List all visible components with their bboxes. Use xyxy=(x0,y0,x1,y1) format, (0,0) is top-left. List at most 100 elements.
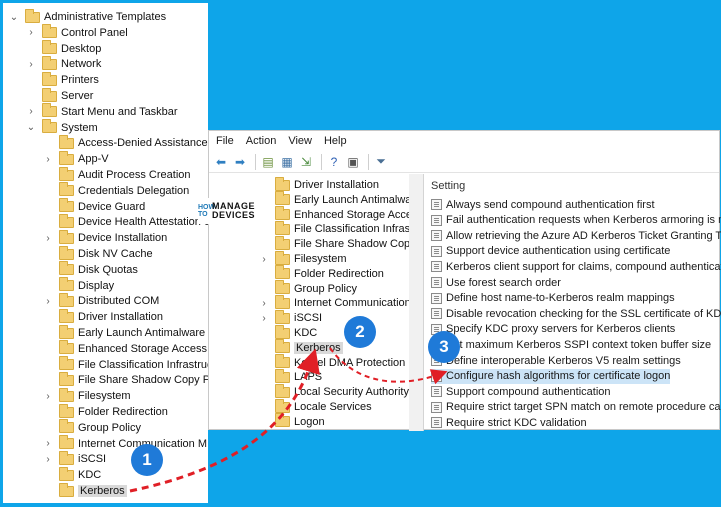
setting-row[interactable]: Allow retrieving the Azure AD Kerberos T… xyxy=(431,228,721,243)
left-tree-item[interactable]: Kerberos xyxy=(43,482,127,499)
folder-icon xyxy=(59,277,74,292)
console-tree-item-label: Group Policy xyxy=(294,282,357,295)
console-tree-item[interactable]: › Filesystem xyxy=(259,250,347,267)
setting-row[interactable]: Specify KDC proxy servers for Kerberos c… xyxy=(431,322,675,337)
left-tree-item[interactable]: Group Policy xyxy=(43,419,141,436)
console-tree-item[interactable]: File Classification Infrastru xyxy=(259,220,423,237)
setting-row[interactable]: Require strict target SPN match on remot… xyxy=(431,400,721,415)
left-tree-item[interactable]: Server xyxy=(26,87,93,104)
console-tree-item[interactable]: KDC xyxy=(259,324,317,341)
left-tree-item[interactable]: › Filesystem xyxy=(43,387,131,404)
left-tree-item[interactable]: File Classification Infrastruc xyxy=(43,356,208,373)
console-tree-item[interactable]: › iSCSI xyxy=(259,309,322,326)
chevron-right-icon[interactable]: › xyxy=(43,391,53,402)
chevron-right-icon[interactable]: › xyxy=(43,233,53,244)
console-tree-item[interactable]: File Share Shadow Copy Pr xyxy=(259,235,423,252)
left-tree-item[interactable]: Access-Denied Assistance xyxy=(43,134,208,151)
chevron-right-icon[interactable]: › xyxy=(259,298,269,309)
left-tree-item[interactable]: Desktop xyxy=(26,40,101,57)
left-tree-item[interactable]: ⌄ System xyxy=(26,119,98,136)
tree-scrollbar[interactable] xyxy=(409,174,423,431)
left-tree-item[interactable]: › App-V xyxy=(43,150,109,167)
setting-row[interactable]: Disable revocation checking for the SSL … xyxy=(431,306,721,321)
left-tree-item[interactable]: ⌄ Administrative Templates xyxy=(9,8,166,25)
left-tree-item[interactable]: › Internet Communication M xyxy=(43,435,207,452)
chevron-right-icon[interactable]: › xyxy=(259,254,269,265)
menu-file[interactable]: File xyxy=(216,135,234,147)
console-tree-item[interactable]: Kerberos xyxy=(259,339,343,356)
left-tree-item[interactable]: › iSCSI xyxy=(43,450,106,467)
chevron-right-icon[interactable]: › xyxy=(26,106,36,117)
left-tree-item[interactable]: › Control Panel xyxy=(26,24,128,41)
policy-setting-icon xyxy=(431,292,442,304)
folder-icon xyxy=(42,55,57,70)
filter-icon[interactable]: ⏷ xyxy=(373,154,389,170)
setting-row[interactable]: Configure hash algorithms for certificat… xyxy=(431,368,671,384)
step-badge-1: 1 xyxy=(131,444,163,476)
setting-row[interactable]: Define interoperable Kerberos V5 realm s… xyxy=(431,353,681,368)
setting-row[interactable]: Always send compound authentication firs… xyxy=(431,197,655,212)
left-tree-item-label: Device Health Attestation S xyxy=(78,216,208,229)
setting-row[interactable]: Support device authentication using cert… xyxy=(431,244,670,259)
left-tree-item[interactable]: Audit Process Creation xyxy=(43,166,191,183)
chevron-right-icon[interactable]: › xyxy=(26,59,36,70)
logo-how-to: HOW TO xyxy=(198,204,216,218)
setting-row[interactable]: Require strict KDC validation xyxy=(431,415,587,430)
setting-row[interactable]: Kerberos client support for claims, comp… xyxy=(431,259,721,274)
up-folder-icon[interactable]: ▤ xyxy=(260,154,276,170)
left-tree-item[interactable]: Disk NV Cache xyxy=(43,245,153,262)
show-hide-tree-icon[interactable]: ▦ xyxy=(279,154,295,170)
setting-row[interactable]: Fail authentication requests when Kerber… xyxy=(431,213,721,228)
menu-help[interactable]: Help xyxy=(324,135,347,147)
left-tree-item[interactable]: Enhanced Storage Access xyxy=(43,340,207,357)
properties-icon[interactable]: ▣ xyxy=(345,154,361,170)
chevron-right-icon[interactable]: › xyxy=(259,313,269,324)
left-tree-item[interactable]: › Distributed COM xyxy=(43,292,159,309)
console-tree-item-label: File Classification Infrastru xyxy=(294,223,423,236)
left-tree-item[interactable]: Credentials Delegation xyxy=(43,182,190,199)
left-tree-item[interactable]: Early Launch Antimalware xyxy=(43,324,205,341)
folder-icon xyxy=(59,435,74,450)
chevron-right-icon[interactable]: › xyxy=(26,27,36,38)
forward-arrow-icon[interactable]: ➡ xyxy=(232,154,248,170)
folder-icon xyxy=(275,250,290,265)
left-tree-item-label: Driver Installation xyxy=(78,311,163,324)
console-tree-item[interactable]: Group Policy xyxy=(259,280,357,297)
left-tree-item[interactable]: Driver Installation xyxy=(43,308,163,325)
left-tree-item[interactable]: Display xyxy=(43,277,114,294)
setting-row[interactable]: Set maximum Kerberos SSPI context token … xyxy=(431,337,711,352)
chevron-right-icon[interactable]: › xyxy=(43,296,53,307)
setting-row[interactable]: Use forest search order xyxy=(431,275,561,290)
left-tree-item[interactable]: Device Health Attestation S xyxy=(43,213,208,230)
left-tree-item-label: Credentials Delegation xyxy=(78,184,190,197)
column-header-setting[interactable]: Setting xyxy=(431,180,465,192)
left-tree-item[interactable]: › Network xyxy=(26,55,101,72)
export-list-icon[interactable]: ⇲ xyxy=(298,154,314,170)
chevron-right-icon[interactable]: › xyxy=(43,154,53,165)
back-arrow-icon[interactable]: ⬅ xyxy=(213,154,229,170)
help-icon[interactable]: ? xyxy=(326,154,342,170)
console-tree-item[interactable]: LAPS xyxy=(259,368,322,385)
console-tree-item[interactable]: Enhanced Storage Access xyxy=(259,206,423,223)
menu-action[interactable]: Action xyxy=(246,135,277,147)
menu-view[interactable]: View xyxy=(288,135,312,147)
console-tree-item[interactable]: Local Security Authority xyxy=(259,383,409,400)
console-tree-item[interactable]: Logon xyxy=(259,413,325,430)
folder-icon xyxy=(59,198,74,213)
chevron-down-icon[interactable]: ⌄ xyxy=(9,12,19,23)
chevron-down-icon[interactable]: ⌄ xyxy=(26,122,36,133)
left-tree-item[interactable]: Printers xyxy=(26,71,99,88)
policy-setting-icon xyxy=(431,277,442,288)
left-tree-item[interactable]: Disk Quotas xyxy=(43,261,138,278)
setting-row[interactable]: Define host name-to-Kerberos realm mappi… xyxy=(431,291,675,306)
left-tree-item[interactable]: › Start Menu and Taskbar xyxy=(26,103,178,120)
console-tree-item[interactable]: › Internet Communication N xyxy=(259,294,422,311)
setting-row[interactable]: Support compound authentication xyxy=(431,384,611,399)
chevron-right-icon[interactable]: › xyxy=(43,454,53,465)
left-tree-item[interactable]: KDC xyxy=(43,466,101,483)
chevron-right-icon[interactable]: › xyxy=(43,438,53,449)
left-tree-item[interactable]: Device Guard xyxy=(43,198,145,215)
left-tree-item[interactable]: › Device Installation xyxy=(43,229,167,246)
left-tree-item[interactable]: File Share Shadow Copy Pr xyxy=(43,371,208,388)
left-tree-item[interactable]: Folder Redirection xyxy=(43,403,168,420)
